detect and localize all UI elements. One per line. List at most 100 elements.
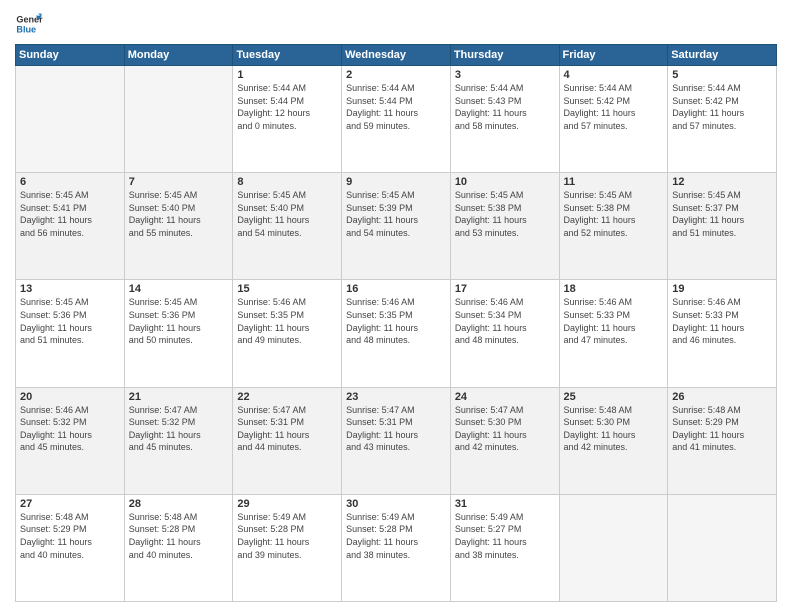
day-detail: Sunrise: 5:48 AM Sunset: 5:29 PM Dayligh… bbox=[672, 404, 772, 454]
day-detail: Sunrise: 5:45 AM Sunset: 5:38 PM Dayligh… bbox=[455, 189, 555, 239]
logo: General Blue bbox=[15, 10, 43, 38]
calendar-cell: 21Sunrise: 5:47 AM Sunset: 5:32 PM Dayli… bbox=[124, 387, 233, 494]
day-number: 7 bbox=[129, 176, 229, 188]
day-number: 14 bbox=[129, 283, 229, 295]
day-number: 1 bbox=[237, 69, 337, 81]
col-header-sunday: Sunday bbox=[16, 45, 125, 66]
calendar-cell: 1Sunrise: 5:44 AM Sunset: 5:44 PM Daylig… bbox=[233, 66, 342, 173]
day-detail: Sunrise: 5:49 AM Sunset: 5:28 PM Dayligh… bbox=[237, 511, 337, 561]
calendar-cell: 3Sunrise: 5:44 AM Sunset: 5:43 PM Daylig… bbox=[450, 66, 559, 173]
col-header-friday: Friday bbox=[559, 45, 668, 66]
day-detail: Sunrise: 5:46 AM Sunset: 5:35 PM Dayligh… bbox=[237, 296, 337, 346]
calendar-cell: 20Sunrise: 5:46 AM Sunset: 5:32 PM Dayli… bbox=[16, 387, 125, 494]
calendar-cell: 15Sunrise: 5:46 AM Sunset: 5:35 PM Dayli… bbox=[233, 280, 342, 387]
day-detail: Sunrise: 5:46 AM Sunset: 5:35 PM Dayligh… bbox=[346, 296, 446, 346]
day-number: 13 bbox=[20, 283, 120, 295]
day-detail: Sunrise: 5:48 AM Sunset: 5:28 PM Dayligh… bbox=[129, 511, 229, 561]
day-number: 19 bbox=[672, 283, 772, 295]
day-detail: Sunrise: 5:45 AM Sunset: 5:40 PM Dayligh… bbox=[129, 189, 229, 239]
calendar-cell: 14Sunrise: 5:45 AM Sunset: 5:36 PM Dayli… bbox=[124, 280, 233, 387]
day-detail: Sunrise: 5:48 AM Sunset: 5:30 PM Dayligh… bbox=[564, 404, 664, 454]
col-header-tuesday: Tuesday bbox=[233, 45, 342, 66]
day-number: 11 bbox=[564, 176, 664, 188]
calendar-cell: 19Sunrise: 5:46 AM Sunset: 5:33 PM Dayli… bbox=[668, 280, 777, 387]
day-detail: Sunrise: 5:48 AM Sunset: 5:29 PM Dayligh… bbox=[20, 511, 120, 561]
calendar-cell: 31Sunrise: 5:49 AM Sunset: 5:27 PM Dayli… bbox=[450, 494, 559, 601]
day-detail: Sunrise: 5:46 AM Sunset: 5:33 PM Dayligh… bbox=[564, 296, 664, 346]
day-number: 15 bbox=[237, 283, 337, 295]
day-detail: Sunrise: 5:44 AM Sunset: 5:42 PM Dayligh… bbox=[672, 82, 772, 132]
calendar-cell bbox=[124, 66, 233, 173]
day-number: 28 bbox=[129, 498, 229, 510]
calendar-cell: 23Sunrise: 5:47 AM Sunset: 5:31 PM Dayli… bbox=[342, 387, 451, 494]
calendar-cell: 22Sunrise: 5:47 AM Sunset: 5:31 PM Dayli… bbox=[233, 387, 342, 494]
day-detail: Sunrise: 5:45 AM Sunset: 5:39 PM Dayligh… bbox=[346, 189, 446, 239]
day-detail: Sunrise: 5:49 AM Sunset: 5:27 PM Dayligh… bbox=[455, 511, 555, 561]
logo-icon: General Blue bbox=[15, 10, 43, 38]
day-detail: Sunrise: 5:47 AM Sunset: 5:30 PM Dayligh… bbox=[455, 404, 555, 454]
day-detail: Sunrise: 5:45 AM Sunset: 5:41 PM Dayligh… bbox=[20, 189, 120, 239]
day-number: 5 bbox=[672, 69, 772, 81]
calendar-cell: 18Sunrise: 5:46 AM Sunset: 5:33 PM Dayli… bbox=[559, 280, 668, 387]
day-number: 18 bbox=[564, 283, 664, 295]
calendar-cell: 24Sunrise: 5:47 AM Sunset: 5:30 PM Dayli… bbox=[450, 387, 559, 494]
calendar-table: SundayMondayTuesdayWednesdayThursdayFrid… bbox=[15, 44, 777, 602]
day-number: 24 bbox=[455, 391, 555, 403]
day-detail: Sunrise: 5:44 AM Sunset: 5:42 PM Dayligh… bbox=[564, 82, 664, 132]
col-header-saturday: Saturday bbox=[668, 45, 777, 66]
day-detail: Sunrise: 5:47 AM Sunset: 5:31 PM Dayligh… bbox=[346, 404, 446, 454]
calendar-cell: 5Sunrise: 5:44 AM Sunset: 5:42 PM Daylig… bbox=[668, 66, 777, 173]
svg-text:Blue: Blue bbox=[16, 24, 36, 34]
calendar-cell: 16Sunrise: 5:46 AM Sunset: 5:35 PM Dayli… bbox=[342, 280, 451, 387]
calendar-week-4: 20Sunrise: 5:46 AM Sunset: 5:32 PM Dayli… bbox=[16, 387, 777, 494]
col-header-thursday: Thursday bbox=[450, 45, 559, 66]
calendar-cell bbox=[16, 66, 125, 173]
day-detail: Sunrise: 5:44 AM Sunset: 5:43 PM Dayligh… bbox=[455, 82, 555, 132]
calendar-cell: 6Sunrise: 5:45 AM Sunset: 5:41 PM Daylig… bbox=[16, 173, 125, 280]
day-number: 31 bbox=[455, 498, 555, 510]
day-detail: Sunrise: 5:45 AM Sunset: 5:40 PM Dayligh… bbox=[237, 189, 337, 239]
day-number: 4 bbox=[564, 69, 664, 81]
col-header-wednesday: Wednesday bbox=[342, 45, 451, 66]
calendar-cell: 2Sunrise: 5:44 AM Sunset: 5:44 PM Daylig… bbox=[342, 66, 451, 173]
day-number: 9 bbox=[346, 176, 446, 188]
day-detail: Sunrise: 5:46 AM Sunset: 5:32 PM Dayligh… bbox=[20, 404, 120, 454]
day-number: 10 bbox=[455, 176, 555, 188]
day-number: 25 bbox=[564, 391, 664, 403]
day-detail: Sunrise: 5:49 AM Sunset: 5:28 PM Dayligh… bbox=[346, 511, 446, 561]
day-number: 27 bbox=[20, 498, 120, 510]
calendar-cell: 12Sunrise: 5:45 AM Sunset: 5:37 PM Dayli… bbox=[668, 173, 777, 280]
calendar-cell: 7Sunrise: 5:45 AM Sunset: 5:40 PM Daylig… bbox=[124, 173, 233, 280]
day-number: 20 bbox=[20, 391, 120, 403]
day-detail: Sunrise: 5:45 AM Sunset: 5:36 PM Dayligh… bbox=[129, 296, 229, 346]
calendar-cell: 11Sunrise: 5:45 AM Sunset: 5:38 PM Dayli… bbox=[559, 173, 668, 280]
calendar-cell: 13Sunrise: 5:45 AM Sunset: 5:36 PM Dayli… bbox=[16, 280, 125, 387]
calendar-cell: 25Sunrise: 5:48 AM Sunset: 5:30 PM Dayli… bbox=[559, 387, 668, 494]
day-number: 26 bbox=[672, 391, 772, 403]
day-number: 17 bbox=[455, 283, 555, 295]
calendar-cell: 30Sunrise: 5:49 AM Sunset: 5:28 PM Dayli… bbox=[342, 494, 451, 601]
calendar-week-3: 13 Sunrise: 5:45 AM Sunset: 5:36 PM Dayli… bbox=[16, 280, 777, 387]
day-number: 6 bbox=[20, 176, 120, 188]
day-number: 3 bbox=[455, 69, 555, 81]
calendar-week-2: 6Sunrise: 5:45 AM Sunset: 5:41 PM Daylig… bbox=[16, 173, 777, 280]
calendar-week-5: 27Sunrise: 5:48 AM Sunset: 5:29 PM Dayli… bbox=[16, 494, 777, 601]
day-detail: Sunrise: 5:44 AM Sunset: 5:44 PM Dayligh… bbox=[237, 82, 337, 132]
calendar-week-1: 1Sunrise: 5:44 AM Sunset: 5:44 PM Daylig… bbox=[16, 66, 777, 173]
day-detail: Sunrise: 5:46 AM Sunset: 5:33 PM Dayligh… bbox=[672, 296, 772, 346]
calendar-cell: 9Sunrise: 5:45 AM Sunset: 5:39 PM Daylig… bbox=[342, 173, 451, 280]
col-header-monday: Monday bbox=[124, 45, 233, 66]
day-detail: Sunrise: 5:45 AM Sunset: 5:37 PM Dayligh… bbox=[672, 189, 772, 239]
calendar-cell: 4Sunrise: 5:44 AM Sunset: 5:42 PM Daylig… bbox=[559, 66, 668, 173]
calendar-header-row: SundayMondayTuesdayWednesdayThursdayFrid… bbox=[16, 45, 777, 66]
calendar-cell: 26Sunrise: 5:48 AM Sunset: 5:29 PM Dayli… bbox=[668, 387, 777, 494]
calendar-cell bbox=[668, 494, 777, 601]
calendar-cell: 29Sunrise: 5:49 AM Sunset: 5:28 PM Dayli… bbox=[233, 494, 342, 601]
day-number: 23 bbox=[346, 391, 446, 403]
day-number: 16 bbox=[346, 283, 446, 295]
day-number: 21 bbox=[129, 391, 229, 403]
calendar-cell: 17Sunrise: 5:46 AM Sunset: 5:34 PM Dayli… bbox=[450, 280, 559, 387]
page: General Blue SundayMondayTuesdayWednesda… bbox=[0, 0, 792, 612]
calendar-cell: 8Sunrise: 5:45 AM Sunset: 5:40 PM Daylig… bbox=[233, 173, 342, 280]
calendar-cell: 27Sunrise: 5:48 AM Sunset: 5:29 PM Dayli… bbox=[16, 494, 125, 601]
